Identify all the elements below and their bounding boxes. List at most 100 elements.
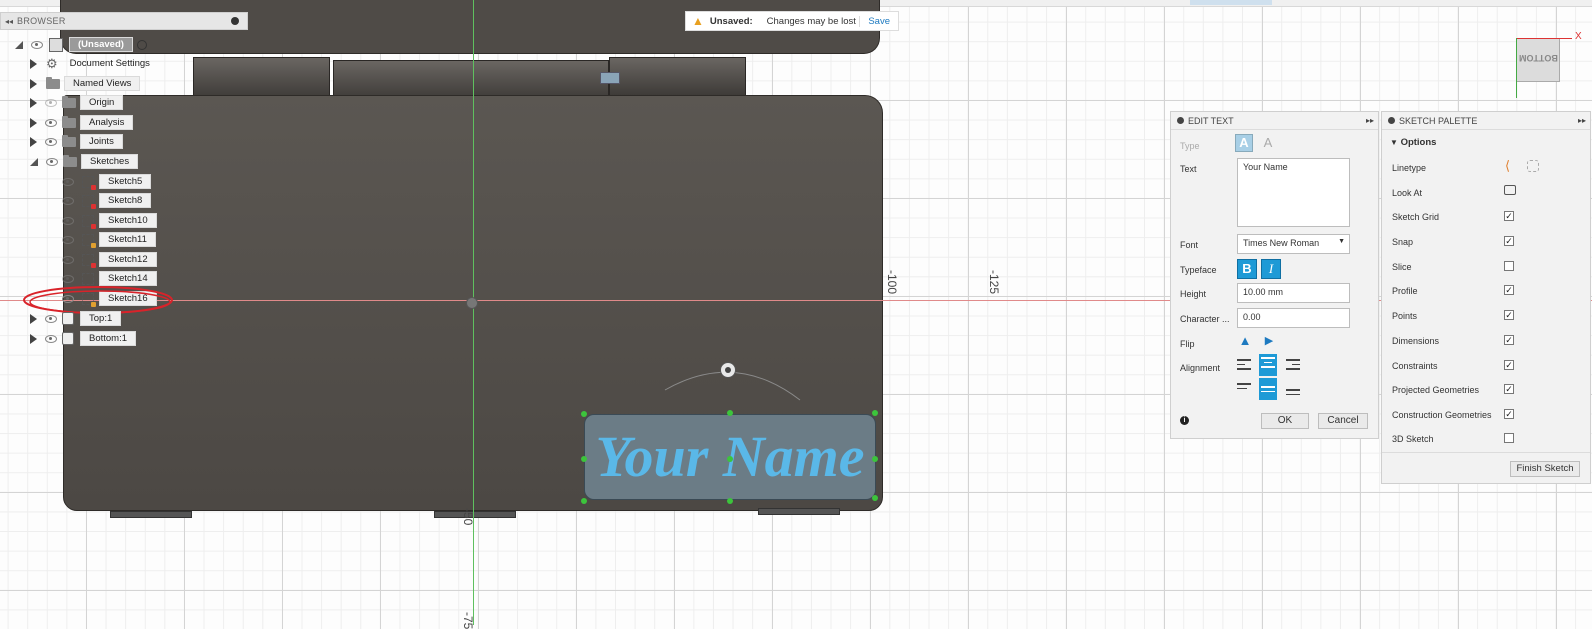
model-hinge-right[interactable]	[609, 57, 746, 96]
expand-triangle-icon[interactable]	[30, 117, 37, 128]
visibility-eye-icon[interactable]	[62, 255, 74, 264]
browser-item-document-settings[interactable]: ⚙ Document Settings	[30, 56, 158, 71]
browser-item-origin[interactable]: Origin	[30, 95, 124, 110]
align-bottom-icon[interactable]	[1284, 380, 1302, 398]
visibility-eye-icon[interactable]	[31, 40, 43, 49]
model-hinge-center[interactable]	[333, 60, 609, 100]
construction-geometries-checkbox[interactable]: ✓	[1504, 409, 1514, 419]
visibility-eye-icon[interactable]	[62, 235, 74, 244]
align-left-icon[interactable]	[1235, 356, 1253, 374]
profile-checkbox[interactable]: ✓	[1504, 285, 1514, 295]
text-corner-handle[interactable]	[581, 498, 587, 504]
italic-button[interactable]: I	[1261, 259, 1281, 279]
align-center-icon[interactable]	[1259, 354, 1277, 376]
browser-item-sketch[interactable]: Sketch11	[62, 232, 156, 248]
text-edge-handle[interactable]	[581, 456, 587, 462]
snap-checkbox[interactable]: ✓	[1504, 236, 1514, 246]
finish-sketch-button[interactable]: Finish Sketch	[1510, 461, 1580, 477]
slice-checkbox[interactable]	[1504, 261, 1514, 271]
view-cube[interactable]: BOTTOM	[1516, 38, 1560, 82]
info-icon[interactable]: i	[1180, 416, 1189, 425]
expand-triangle-icon[interactable]	[30, 97, 37, 108]
visibility-eye-icon[interactable]	[45, 314, 57, 323]
browser-menu-icon[interactable]	[231, 17, 239, 25]
collapse-triangle-icon[interactable]: ▼	[1390, 138, 1398, 147]
look-at-icon[interactable]	[1504, 185, 1516, 195]
3d-sketch-checkbox[interactable]	[1504, 433, 1514, 443]
unsaved-notice: ▲ Unsaved: Changes may be lost Save	[685, 11, 899, 31]
projected-geometries-checkbox[interactable]: ✓	[1504, 384, 1514, 394]
collapse-triangle-icon[interactable]	[15, 40, 23, 49]
text-edge-handle[interactable]	[727, 410, 733, 416]
browser-item-body-bottom[interactable]: Bottom:1	[30, 331, 137, 346]
align-right-icon[interactable]	[1284, 356, 1302, 374]
flip-horizontal-icon[interactable]: ▶	[1261, 333, 1277, 349]
expand-triangle-icon[interactable]	[30, 58, 37, 69]
visibility-eye-icon[interactable]	[62, 216, 74, 225]
save-link[interactable]: Save	[859, 15, 898, 27]
expand-icon[interactable]: ▸▸	[1366, 116, 1374, 125]
collapse-icon[interactable]: ◂◂	[5, 17, 13, 26]
flip-vertical-icon[interactable]: ▲	[1237, 333, 1253, 349]
sketch-grid-checkbox[interactable]: ✓	[1504, 211, 1514, 221]
visibility-eye-icon[interactable]	[62, 274, 74, 283]
activate-radio-icon[interactable]	[136, 39, 147, 50]
text-center-handle[interactable]	[727, 456, 733, 462]
model-hinge-left[interactable]	[193, 57, 330, 99]
flip-label: Flip	[1180, 339, 1195, 349]
browser-item-joints[interactable]: Joints	[30, 134, 123, 149]
visibility-eye-icon[interactable]	[62, 177, 74, 186]
expand-triangle-icon[interactable]	[30, 313, 37, 324]
browser-item-label: (Unsaved)	[69, 37, 133, 52]
collapse-triangle-icon[interactable]	[30, 157, 38, 166]
centerline-linetype-icon[interactable]	[1527, 160, 1539, 172]
visibility-eye-icon[interactable]	[45, 334, 57, 343]
view-cube-face-label[interactable]: BOTTOM	[1519, 53, 1558, 63]
visibility-eye-icon[interactable]	[45, 98, 57, 107]
constraints-checkbox[interactable]: ✓	[1504, 360, 1514, 370]
expand-triangle-icon[interactable]	[30, 136, 37, 147]
browser-item-sketch[interactable]: Sketch5	[62, 174, 152, 190]
browser-item-sketches[interactable]: Sketches	[30, 154, 139, 169]
warning-icon: ▲	[692, 14, 704, 28]
dimensions-checkbox[interactable]: ✓	[1504, 335, 1514, 345]
points-checkbox[interactable]: ✓	[1504, 310, 1514, 320]
visibility-eye-icon[interactable]	[62, 196, 74, 205]
panel-menu-icon[interactable]	[1388, 117, 1395, 124]
text-corner-handle[interactable]	[872, 410, 878, 416]
expand-icon[interactable]: ▸▸	[1578, 116, 1586, 125]
align-top-icon[interactable]	[1235, 380, 1253, 398]
browser-item-named-views[interactable]: Named Views	[30, 76, 141, 91]
expand-triangle-icon[interactable]	[30, 333, 37, 344]
browser-item-sketch[interactable]: Sketch12	[62, 252, 157, 268]
text-edge-handle[interactable]	[727, 498, 733, 504]
text-rotate-handle[interactable]	[720, 362, 736, 378]
expand-triangle-icon[interactable]	[30, 78, 37, 89]
text-corner-handle[interactable]	[581, 411, 587, 417]
text-edge-handle[interactable]	[872, 456, 878, 462]
cancel-button[interactable]: Cancel	[1318, 413, 1368, 429]
text-type-button[interactable]: A	[1235, 134, 1253, 152]
bold-button[interactable]: B	[1237, 259, 1257, 279]
align-middle-icon[interactable]	[1259, 378, 1277, 400]
construction-linetype-icon[interactable]: ⟨	[1505, 158, 1510, 174]
browser-item-root[interactable]: (Unsaved)	[15, 37, 147, 52]
text-corner-handle[interactable]	[872, 495, 878, 501]
visibility-eye-icon[interactable]	[45, 118, 57, 127]
font-select[interactable]: Times New Roman ▼	[1237, 234, 1350, 254]
visibility-eye-icon[interactable]	[46, 157, 58, 166]
browser-item-analysis[interactable]: Analysis	[30, 115, 134, 130]
browser-item-sketch[interactable]: Sketch10	[62, 213, 157, 229]
origin-point[interactable]	[466, 297, 478, 309]
ok-button[interactable]: OK	[1261, 413, 1309, 429]
text-input[interactable]: Your Name	[1237, 158, 1350, 227]
panel-menu-icon[interactable]	[1177, 117, 1184, 124]
height-input[interactable]: 10.00 mm	[1237, 283, 1350, 303]
browser-item-body-top[interactable]: Top:1	[30, 311, 122, 326]
options-section-header[interactable]: ▼ Options	[1390, 137, 1436, 148]
browser-item-sketch[interactable]: Sketch8	[62, 193, 152, 209]
character-spacing-input[interactable]: 0.00	[1237, 308, 1350, 328]
dimension-label: -50	[461, 508, 475, 526]
text-on-path-button[interactable]: A	[1259, 134, 1277, 152]
visibility-eye-icon[interactable]	[45, 137, 57, 146]
